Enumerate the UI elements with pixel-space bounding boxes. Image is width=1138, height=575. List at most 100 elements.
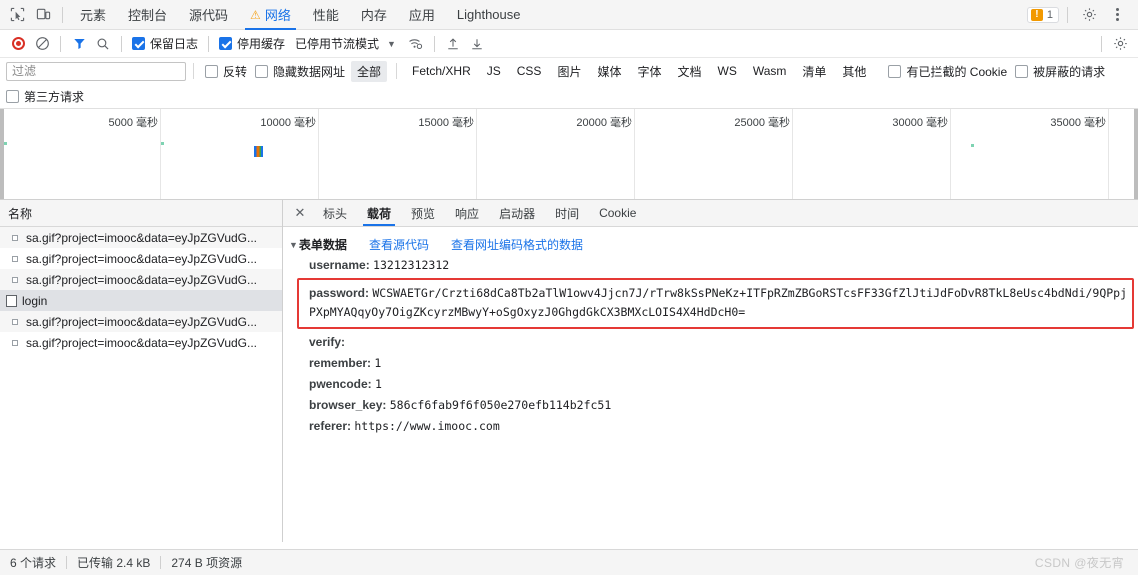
- tab-response[interactable]: 响应: [445, 200, 489, 226]
- form-data-section-header[interactable]: ▼ 表单数据 查看源代码 查看网址编码格式的数据: [283, 234, 1138, 255]
- tab-lighthouse[interactable]: Lighthouse: [446, 0, 532, 30]
- field-value[interactable]: 586cf6fab9f6f050e270efb114b2fc51: [390, 398, 612, 412]
- checkbox-box: [132, 37, 145, 50]
- filter-input[interactable]: [6, 61, 186, 81]
- tab-label: 网络: [264, 8, 291, 23]
- filter-divider-2: [396, 63, 398, 79]
- field-key: verify:: [309, 335, 346, 349]
- close-icon[interactable]: ✕: [287, 200, 313, 226]
- import-har-icon[interactable]: [441, 32, 465, 56]
- filter-type-fetch-xhr[interactable]: Fetch/XHR: [406, 62, 477, 80]
- tab-sources[interactable]: 源代码: [178, 0, 239, 30]
- tab-initiator[interactable]: 启动器: [489, 200, 545, 226]
- field-value[interactable]: 1: [374, 356, 381, 370]
- tab-label: 元素: [80, 8, 107, 23]
- filter-type-img[interactable]: 图片: [551, 61, 587, 82]
- filter-type-css[interactable]: CSS: [511, 62, 548, 80]
- record-button[interactable]: [6, 32, 30, 56]
- tab-console[interactable]: 控制台: [117, 0, 178, 30]
- filter-type-doc[interactable]: 文档: [671, 61, 707, 82]
- overview-left-handle[interactable]: [0, 109, 4, 199]
- chevron-down-icon[interactable]: ▼: [379, 39, 404, 49]
- more-options-icon[interactable]: [1104, 2, 1130, 28]
- table-row[interactable]: sa.gif?project=imooc&data=eyJpZGVudG...: [0, 248, 282, 269]
- inspect-element-icon[interactable]: [4, 2, 30, 28]
- form-field-referer: referer: https://www.imooc.com: [283, 416, 1138, 437]
- field-value[interactable]: 13212312312: [373, 258, 449, 272]
- toolbar-divider-4: [433, 35, 435, 52]
- request-list-header[interactable]: 名称: [0, 200, 282, 227]
- view-source-link[interactable]: 查看源代码: [369, 236, 429, 253]
- table-row[interactable]: sa.gif?project=imooc&data=eyJpZGVudG...: [0, 332, 282, 353]
- tab-timing[interactable]: 时间: [545, 200, 589, 226]
- network-conditions-icon[interactable]: [404, 32, 428, 56]
- tab-elements[interactable]: 元素: [69, 0, 117, 30]
- table-row-selected[interactable]: login: [0, 290, 282, 311]
- field-value[interactable]: https://www.imooc.com: [354, 419, 499, 433]
- tab-cookies[interactable]: Cookie: [589, 200, 646, 226]
- field-value[interactable]: WCSWAETGr/Crzti68dCa8Tb2aTlW1owv4Jjcn7J/…: [309, 286, 1127, 319]
- tab-network[interactable]: ⚠ 网络: [239, 0, 302, 30]
- tab-performance[interactable]: 性能: [302, 0, 350, 30]
- disable-cache-label: 停用缓存: [237, 37, 286, 51]
- filter-type-ws[interactable]: WS: [712, 62, 743, 80]
- overview-gridlines: 5000 毫秒 10000 毫秒 15000 毫秒 20000 毫秒 25000…: [0, 109, 1138, 199]
- view-urlencoded-link[interactable]: 查看网址编码格式的数据: [451, 236, 583, 253]
- overview-event-dot: [4, 142, 7, 145]
- filter-type-other[interactable]: 其他: [836, 61, 872, 82]
- export-har-icon[interactable]: [465, 32, 489, 56]
- field-key: referer:: [309, 419, 352, 433]
- field-key: pwencode:: [309, 377, 372, 391]
- network-settings-gear-icon[interactable]: [1108, 32, 1132, 56]
- table-row[interactable]: sa.gif?project=imooc&data=eyJpZGVudG...: [0, 269, 282, 290]
- checkbox-box: [888, 64, 902, 78]
- detail-tabs: ✕ 标头 载荷 预览 响应 启动器 时间 Cookie: [283, 200, 1138, 227]
- checkbox-box: [255, 64, 269, 78]
- disable-cache-checkbox[interactable]: 停用缓存: [215, 35, 289, 52]
- tab-payload[interactable]: 载荷: [357, 200, 401, 226]
- filter-type-media[interactable]: 媒体: [591, 61, 627, 82]
- overview-tick-label: 15000 毫秒: [418, 117, 474, 129]
- network-overview[interactable]: 5000 毫秒 10000 毫秒 15000 毫秒 20000 毫秒 25000…: [0, 109, 1138, 200]
- blocked-cookies-checkbox[interactable]: 有已拦截的 Cookie: [884, 63, 1011, 80]
- status-resources: 274 B 项资源: [171, 556, 243, 570]
- filter-type-wasm[interactable]: Wasm: [747, 62, 793, 80]
- field-value[interactable]: 1: [375, 377, 382, 391]
- invert-checkbox[interactable]: 反转: [201, 63, 251, 80]
- filter-type-font[interactable]: 字体: [631, 61, 667, 82]
- form-data-title: 表单数据: [298, 238, 347, 252]
- triangle-down-icon: ▼: [289, 239, 298, 250]
- form-field-username: username: 13212312312: [283, 255, 1138, 276]
- checkbox-box: [6, 89, 19, 103]
- filter-row: 反转 隐藏数据网址 全部 Fetch/XHR JS CSS 图片 媒体 字体 文…: [0, 58, 1138, 84]
- search-icon[interactable]: [91, 32, 115, 56]
- preserve-log-checkbox[interactable]: 保留日志: [128, 35, 202, 52]
- tab-label: 控制台: [128, 8, 168, 23]
- clear-icon[interactable]: [30, 32, 54, 56]
- throttle-select[interactable]: 已停用节流模式: [289, 35, 379, 52]
- device-toolbar-icon[interactable]: [30, 2, 56, 28]
- settings-gear-icon[interactable]: [1076, 2, 1102, 28]
- tab-memory[interactable]: 内存: [350, 0, 398, 30]
- table-row[interactable]: sa.gif?project=imooc&data=eyJpZGVudG...: [0, 311, 282, 332]
- tab-application[interactable]: 应用: [398, 0, 446, 30]
- overview-event-dot: [971, 144, 974, 147]
- request-name: sa.gif?project=imooc&data=eyJpZGVudG...: [26, 230, 258, 245]
- hide-data-urls-checkbox[interactable]: 隐藏数据网址: [251, 63, 349, 80]
- blocked-requests-checkbox[interactable]: 被屏蔽的请求: [1011, 63, 1109, 80]
- issues-badge[interactable]: ! 1: [1026, 6, 1059, 23]
- table-row[interactable]: sa.gif?project=imooc&data=eyJpZGVudG...: [0, 227, 282, 248]
- status-divider-1: [66, 556, 68, 569]
- filter-type-all[interactable]: 全部: [351, 60, 388, 82]
- tab-label: Lighthouse: [456, 7, 521, 22]
- filter-type-manifest[interactable]: 清单: [796, 61, 832, 82]
- tab-headers[interactable]: 标头: [313, 200, 357, 226]
- request-name: sa.gif?project=imooc&data=eyJpZGVudG...: [26, 314, 258, 329]
- filter-funnel-icon[interactable]: [67, 32, 91, 56]
- column-header-name: 名称: [8, 206, 33, 221]
- filter-type-js[interactable]: JS: [481, 62, 507, 80]
- third-party-checkbox[interactable]: 第三方请求: [6, 88, 88, 105]
- overview-right-handle[interactable]: [1134, 109, 1138, 199]
- request-name: sa.gif?project=imooc&data=eyJpZGVudG...: [26, 335, 258, 350]
- tab-preview[interactable]: 预览: [401, 200, 445, 226]
